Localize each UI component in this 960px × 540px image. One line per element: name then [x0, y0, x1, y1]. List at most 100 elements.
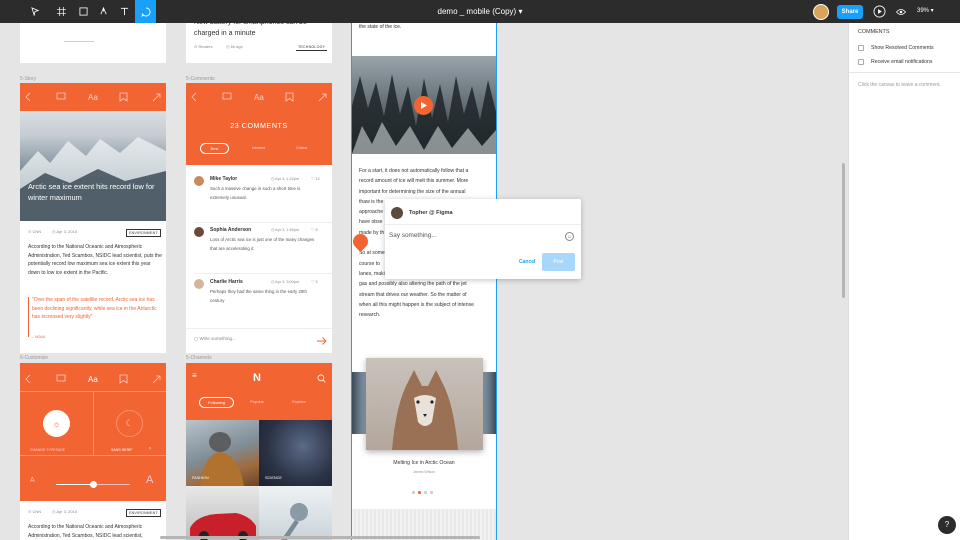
view-eye-icon[interactable]	[894, 0, 908, 23]
customize-nav-icons: Aa	[25, 374, 161, 384]
divider	[194, 273, 332, 274]
comment-likes[interactable]: ♡ 5	[311, 278, 318, 287]
search-icon[interactable]	[317, 374, 326, 383]
article-source-name: Reuters	[198, 44, 213, 49]
moon-icon: ☾	[125, 418, 134, 428]
tile-label: FASHION	[192, 476, 209, 480]
show-resolved-label[interactable]: Show Resolved Comments	[871, 45, 934, 51]
article-line: record amount of ice will melt this summ…	[359, 178, 469, 185]
comments-header: Aa 23 COMMENTS Best Newest Oldest	[186, 83, 332, 165]
gallery-main-image[interactable]	[366, 358, 483, 450]
post-button[interactable]: Post	[542, 253, 575, 271]
tab-following[interactable]: Following	[199, 397, 234, 408]
document-title-text[interactable]: demo _ mobile (Copy)	[438, 7, 517, 16]
story-body: According to the National Oceanic and At…	[28, 244, 162, 276]
zoom-value: 39%	[917, 8, 930, 14]
comment-input[interactable]: Say something...	[389, 232, 437, 239]
story-date: ◷ Apr 3, 2015	[52, 229, 78, 234]
avatar	[194, 279, 204, 289]
chevron-right-icon[interactable]: ›	[149, 446, 151, 452]
article-line: stream that drives our weather. So the m…	[359, 291, 467, 298]
shape-tool-icon[interactable]	[72, 0, 94, 23]
share-button[interactable]: Share	[837, 5, 863, 19]
horizontal-scrollbar[interactable]	[160, 536, 480, 539]
comment-likes[interactable]: ♡ 8	[311, 226, 318, 235]
play-button[interactable]	[414, 96, 433, 115]
move-tool-icon[interactable]	[24, 0, 46, 23]
page-dot[interactable]	[412, 491, 415, 494]
write-comment-placeholder: Write something...	[199, 336, 236, 341]
sun-icon: ☼	[52, 418, 61, 429]
text-tool-icon[interactable]	[114, 0, 134, 23]
slider-thumb[interactable]	[89, 481, 97, 488]
comment-author: Sophia Anderson	[210, 227, 252, 233]
tab-newest[interactable]: Newest	[244, 143, 273, 154]
help-button[interactable]: ?	[938, 516, 956, 534]
divider	[849, 72, 960, 73]
story-quote: "Over the span of the satellite record, …	[32, 297, 157, 320]
tab-popular[interactable]: Popular	[242, 397, 272, 408]
tab-explore[interactable]: Explore	[284, 397, 314, 408]
frame-article-selected[interactable]: the state of the ice. For a start, it do…	[351, 23, 497, 540]
gallery-next-image[interactable]	[483, 372, 496, 434]
email-notify-label[interactable]: Receive email notifications	[871, 59, 932, 65]
frame-comments: Aa 23 COMMENTS Best Newest Oldest Mike T…	[186, 83, 332, 353]
article-line: gas and possibly also altering the path …	[359, 281, 467, 288]
zoom-level[interactable]: 39% ▾	[917, 0, 934, 23]
frame-label-comments[interactable]: 5-Comments	[186, 76, 215, 82]
send-arrow-icon[interactable]	[317, 337, 327, 345]
avatar	[194, 176, 204, 186]
page-dot[interactable]	[424, 491, 427, 494]
write-comment-bar: ▢ Write something...	[186, 328, 332, 353]
tab-oldest[interactable]: Oldest	[287, 143, 316, 154]
emoji-icon[interactable]: ☺	[565, 232, 574, 241]
menu-icon[interactable]: ≡	[192, 372, 200, 380]
tab-best[interactable]: Best	[200, 143, 229, 154]
pen-tool-icon[interactable]	[93, 0, 113, 23]
comment-timestamp: ◷ Apr 3, 1:22pm	[271, 177, 300, 181]
vertical-scrollbar[interactable]	[842, 163, 845, 298]
show-resolved-checkbox[interactable]	[858, 45, 864, 51]
comment-likes-count: 8	[315, 228, 318, 232]
divider	[64, 41, 94, 42]
page-dot[interactable]	[430, 491, 433, 494]
canvas[interactable]: New battery for smartphones can be charg…	[0, 23, 848, 540]
comment-likes[interactable]: ♡ 12	[311, 175, 320, 184]
frame-label-story[interactable]: 5-Story	[20, 76, 36, 82]
typeface-value[interactable]: SANS SERIF	[111, 448, 132, 452]
present-icon[interactable]	[871, 0, 887, 23]
light-mode-button[interactable]: ☼	[43, 410, 70, 437]
page-dot-active[interactable]	[418, 491, 421, 494]
gallery-credit: James Wilson	[412, 470, 436, 474]
video-thumbnail[interactable]	[352, 56, 496, 154]
comment-item: Charlie Harris ◷ Apr 3, 3:00pm ♡ 5 Perha…	[186, 279, 332, 327]
channel-tile-science[interactable]: SCIENCE	[259, 420, 332, 486]
comment-tool-icon[interactable]	[135, 0, 156, 23]
user-avatar[interactable]	[813, 4, 829, 20]
customize-date: ◷ Apr 3, 2015	[52, 509, 78, 514]
comment-item: Sophia Anderson ◷ Apr 3, 1:45pm ♡ 8 Loss…	[186, 227, 332, 275]
frame-label-customize[interactable]: 6-Customize	[20, 355, 48, 361]
title-chevron-icon[interactable]: ▾	[518, 7, 522, 16]
comment-input-placeholder: Say something...	[389, 232, 437, 239]
write-comment-input[interactable]: ▢ Write something...	[194, 335, 236, 344]
font-size-slider[interactable]	[56, 481, 130, 488]
comment-time: 1:22pm	[286, 177, 300, 181]
frame-label-channels[interactable]: 5-Channels	[186, 355, 212, 361]
channel-tile-lamp[interactable]	[259, 486, 332, 540]
dark-mode-button[interactable]: ☾	[116, 410, 143, 437]
email-notify-checkbox[interactable]	[858, 59, 864, 65]
frame-tool-icon[interactable]	[50, 0, 72, 23]
toolbar: demo _ mobile (Copy) ▾ Share 39% ▾	[0, 0, 960, 23]
play-icon	[420, 102, 427, 109]
cancel-button[interactable]: Cancel	[519, 259, 535, 265]
gallery-prev-image[interactable]	[352, 372, 366, 434]
figma-app: demo _ mobile (Copy) ▾ Share 39% ▾ New b…	[0, 0, 960, 540]
channel-tile-cars[interactable]	[186, 486, 259, 540]
comment-date: Apr 3,	[275, 228, 286, 232]
car-image	[190, 513, 256, 540]
channel-tile-fashion[interactable]: FASHION	[186, 420, 259, 486]
comment-timestamp: ◷ Apr 3, 1:45pm	[271, 228, 300, 232]
comment-text: Perhaps they had the same thing in the e…	[210, 289, 307, 303]
comment-text: Such a massive change in such a short ti…	[210, 186, 301, 200]
